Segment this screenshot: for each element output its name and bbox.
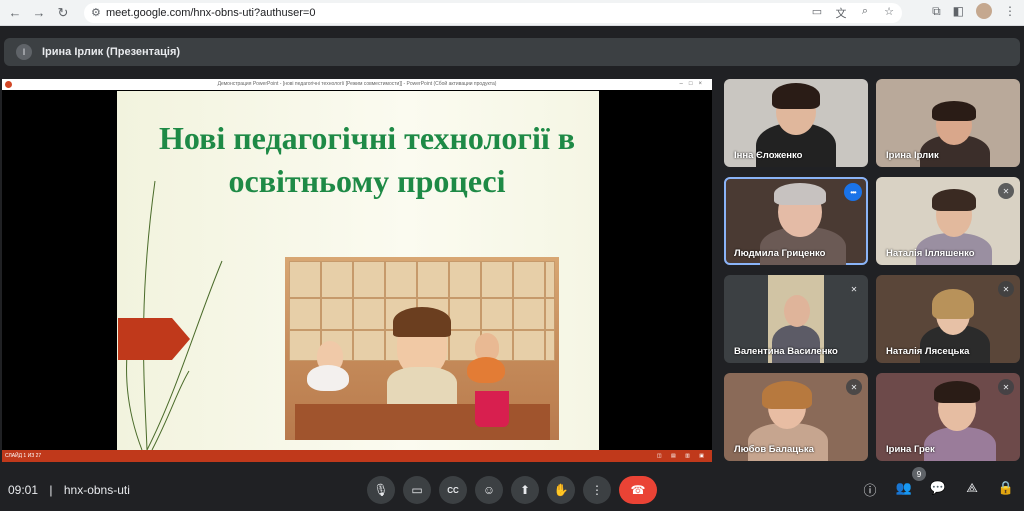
- camera-button[interactable]: ▭: [403, 476, 431, 504]
- participant-tile[interactable]: ✕ Ірина Грек: [876, 373, 1020, 461]
- shared-screen: Демонстрация PowerPoint - [нові педагогі…: [2, 79, 712, 462]
- host-controls-icon[interactable]: 🔒: [996, 480, 1016, 499]
- captions-button[interactable]: CC: [439, 476, 467, 504]
- chat-icon[interactable]: 💬: [928, 480, 948, 499]
- side-panel-icon[interactable]: ◧: [953, 4, 964, 18]
- leave-call-button[interactable]: ☎: [619, 476, 657, 504]
- people-icon[interactable]: 👥: [894, 480, 914, 499]
- slide-counter: СЛАЙД 1 ИЗ 27: [5, 453, 42, 459]
- microphone-button[interactable]: 🎙: [367, 476, 395, 504]
- powerpoint-logo-icon: [5, 81, 12, 88]
- participant-name: Любов Балацька: [734, 444, 814, 455]
- participant-tile[interactable]: ✕ Валентина Василенко: [724, 275, 868, 363]
- participant-tile[interactable]: ✕ Любов Балацька: [724, 373, 868, 461]
- participant-name: Валентина Василенко: [734, 346, 838, 357]
- mic-off-icon: ✕: [998, 183, 1014, 199]
- reload-icon[interactable]: ↻: [54, 4, 72, 22]
- meeting-controls-bar: 09:01 | hnx-obns-uti 🎙 ▭ CC ☺ ⬆ ✋ ⋮ ☎ ⓘ …: [0, 472, 1024, 511]
- activities-icon[interactable]: ⟁: [962, 480, 982, 499]
- site-settings-icon[interactable]: ⚙: [91, 6, 101, 19]
- camera-permission-icon[interactable]: ▭: [810, 5, 824, 21]
- slide-title: Нові педагогічні технології в освітньому…: [158, 120, 576, 199]
- participant-name: Інна Єложенко: [734, 150, 803, 161]
- back-icon[interactable]: ←: [6, 4, 24, 22]
- zoom-icon[interactable]: ⌕: [858, 5, 872, 21]
- ppt-status-bar: СЛАЙД 1 ИЗ 27 ◫ ▤ ▥ ▣: [2, 450, 712, 462]
- participant-name: Наталія Лясецька: [886, 346, 970, 357]
- profile-avatar[interactable]: [976, 3, 992, 19]
- participant-name: Наталія Ілляшенко: [886, 248, 975, 259]
- meeting-time: 09:01: [8, 483, 39, 497]
- browser-toolbar: ← → ↻ ⚙ meet.google.com/hnx-obns-uti?aut…: [0, 0, 1024, 26]
- mic-off-icon: ✕: [998, 281, 1014, 297]
- view-buttons: ◫ ▤ ▥ ▣: [656, 453, 708, 459]
- window-controls-icon: –□×: [679, 81, 708, 87]
- url-text[interactable]: meet.google.com/hnx-obns-uti?authuser=0: [106, 7, 315, 19]
- bookmark-star-icon[interactable]: ☆: [882, 5, 896, 21]
- mic-off-icon: ✕: [846, 281, 862, 297]
- participant-tile[interactable]: ✕ Наталія Ілляшенко: [876, 177, 1020, 265]
- presenter-avatar: І: [16, 44, 32, 60]
- meeting-info: 09:01 | hnx-obns-uti: [8, 483, 130, 497]
- mic-off-icon: ✕: [846, 379, 862, 395]
- browser-menu-icon[interactable]: ⋮: [1004, 4, 1016, 18]
- participants-count-badge: 9: [912, 467, 926, 481]
- extensions-icon[interactable]: ⧉: [932, 4, 941, 19]
- ppt-window-title-text: Демонстрация PowerPoint - [нові педагогі…: [217, 81, 497, 87]
- emoji-button[interactable]: ☺: [475, 476, 503, 504]
- participant-name: Ірина Ірлик: [886, 150, 939, 161]
- more-options-button[interactable]: ⋮: [583, 476, 611, 504]
- meeting-details-icon[interactable]: ⓘ: [860, 480, 880, 499]
- translate-icon[interactable]: 文: [834, 5, 848, 21]
- ppt-window-title: Демонстрация PowerPoint - [нові педагогі…: [2, 79, 712, 90]
- slide-arrow-shape: [118, 318, 190, 360]
- participant-tile[interactable]: Інна Єложенко: [724, 79, 868, 167]
- present-button[interactable]: ⬆: [511, 476, 539, 504]
- presentation-header: І Ірина Ірлик (Презентація): [4, 38, 1020, 66]
- address-bar[interactable]: ⚙ meet.google.com/hnx-obns-uti?authuser=…: [84, 3, 902, 23]
- slide-photo-classroom: [285, 257, 559, 440]
- participant-name: Людмила Гриценко: [734, 248, 826, 259]
- mic-off-icon: ✕: [998, 379, 1014, 395]
- participant-tile[interactable]: ••• Людмила Гриценко: [724, 177, 868, 265]
- participant-tile[interactable]: Ірина Ірлик: [876, 79, 1020, 167]
- forward-icon[interactable]: →: [30, 4, 48, 22]
- meeting-code: hnx-obns-uti: [63, 483, 130, 497]
- info-separator: |: [49, 483, 53, 497]
- participant-tile[interactable]: ✕ Наталія Лясецька: [876, 275, 1020, 363]
- raise-hand-button[interactable]: ✋: [547, 476, 575, 504]
- slide: Нові педагогічні технології в освітньому…: [117, 91, 599, 450]
- participant-name: Ірина Грек: [886, 444, 935, 455]
- presenter-title: Ірина Ірлик (Презентація): [42, 46, 181, 58]
- speaking-indicator-icon: •••: [844, 183, 862, 201]
